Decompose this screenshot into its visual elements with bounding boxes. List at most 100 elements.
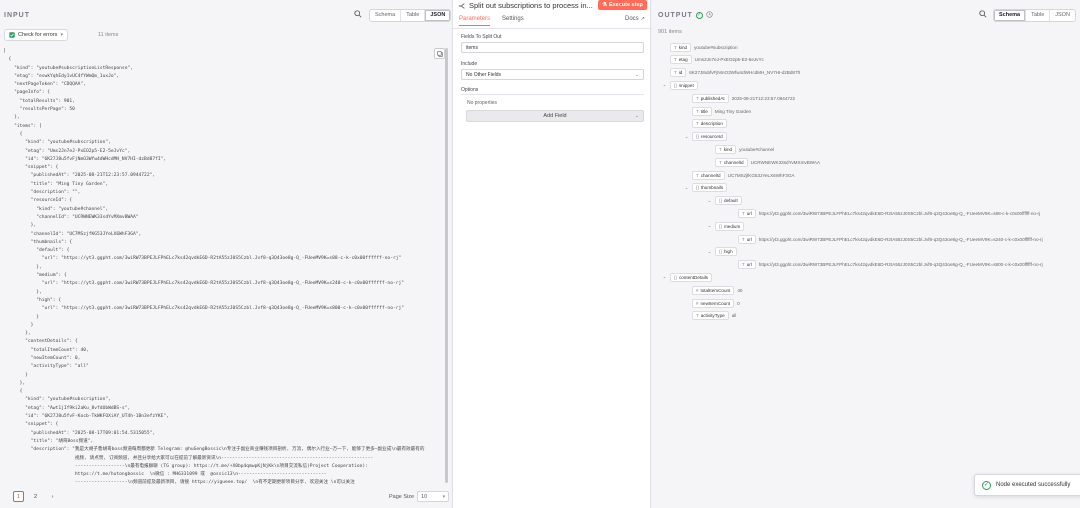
expand-caret-icon[interactable]: ⌄ xyxy=(684,134,689,140)
schema-key-pill[interactable]: Tetag xyxy=(670,55,692,65)
schema-row[interactable]: ⌄{} default xyxy=(707,196,742,206)
schema-row[interactable]: Turl https://yt3.ggpht.com/3wiRW73BPEJLFP… xyxy=(738,260,1043,270)
schema-row[interactable]: TactivityType all xyxy=(692,311,736,321)
schema-row[interactable]: ⌄{} high xyxy=(707,247,737,257)
input-items-count: 11 items xyxy=(98,32,119,38)
json-line: "publishedAt": "2025-08-17T09:01:54.5315… xyxy=(3,430,156,436)
schema-key-pill[interactable]: TchannelId xyxy=(692,170,725,180)
expand-caret-icon[interactable]: ⌄ xyxy=(662,82,667,88)
type-icon: T xyxy=(696,121,699,127)
schema-row[interactable]: ⌄{} medium xyxy=(707,221,745,231)
execute-step-label: Execute step xyxy=(608,2,643,8)
schema-row[interactable]: ⌄{} thumbnails xyxy=(684,183,728,193)
schema-row[interactable]: # totalItemCount 40 xyxy=(692,285,742,295)
expand-caret-icon[interactable]: ⌄ xyxy=(662,274,667,280)
schema-row[interactable]: # newItemCount 0 xyxy=(692,298,740,308)
type-icon: {} xyxy=(719,249,722,255)
json-line: }, xyxy=(3,223,37,229)
schema-key-pill[interactable]: Turl xyxy=(738,234,756,244)
schema-key-pill[interactable]: Tdescription xyxy=(692,119,727,129)
external-link-icon: ↗ xyxy=(640,16,645,22)
json-line: "resourceId": { xyxy=(3,198,73,204)
schema-row[interactable]: TpublishedAt 2025-08-21T12:23:57.0944722 xyxy=(692,93,795,103)
page-size-select[interactable]: 10 ▾ xyxy=(417,491,450,502)
schema-row[interactable]: Turl https://yt3.ggpht.com/3wiRW73BPEJLFP… xyxy=(738,234,1043,244)
execute-step-button[interactable]: ⚗ Execute step xyxy=(598,0,647,10)
include-select[interactable]: No Other Fields ⌄ xyxy=(461,69,644,80)
json-line: "kind": "youtube#subscriptionListRespons… xyxy=(3,65,133,71)
schema-row[interactable]: Tkind youtube#subscription xyxy=(670,42,738,52)
schema-key-pill[interactable]: {} resourceId xyxy=(692,132,727,142)
expand-caret-icon[interactable]: ⌄ xyxy=(707,223,712,229)
fields-to-split-input[interactable]: items xyxy=(461,42,644,53)
schema-key-pill[interactable]: TchannelId xyxy=(715,157,748,167)
schema-key: channelId xyxy=(723,159,744,165)
json-line: "pageInfo": { xyxy=(3,90,51,96)
schema-value: 6K27J8u5fvFjNmO3Wfw4dWHcdMH_NV7HI-dzBd87… xyxy=(689,70,801,76)
schema-value: all xyxy=(731,313,737,319)
schema-key-pill[interactable]: Ttitle xyxy=(692,106,712,116)
schema-key: activityType xyxy=(700,313,725,319)
schema-value: https://yt3.ggpht.com/3wiRW73BPEJLFPhELc… xyxy=(758,210,1041,216)
json-line: "channelId": "UC7MSzjfKG53JYeLX6WhF3GA", xyxy=(3,231,142,237)
input-tab-json[interactable]: JSON xyxy=(425,10,451,21)
page-2-button[interactable]: 2 xyxy=(30,491,41,502)
type-icon: {} xyxy=(674,82,677,88)
tab-parameters[interactable]: Parameters xyxy=(459,16,491,26)
schema-key-pill[interactable]: Turl xyxy=(738,260,756,270)
json-line: "contentDetails": { xyxy=(3,339,78,345)
schema-key: url xyxy=(746,262,752,268)
schema-row[interactable]: Tid 6K27J8u5fvFjNmO3Wfw4dWHcdMH_NV7HI-dzB… xyxy=(670,68,800,78)
schema-row[interactable]: TchannelId UCRWNEWK33sdYvMXmvBWAA xyxy=(715,157,820,167)
schema-key-pill[interactable]: {} medium xyxy=(715,221,745,231)
schema-row[interactable]: ⌄{} snippet xyxy=(662,80,698,90)
page-1-button[interactable]: 1 xyxy=(13,491,24,502)
schema-key: url xyxy=(746,210,752,216)
schema-key-pill[interactable]: {} snippet xyxy=(670,80,698,90)
no-properties-text: No properties xyxy=(467,100,498,106)
chevron-down-icon: ▾ xyxy=(442,493,446,500)
schema-key-pill[interactable]: Tkind xyxy=(715,144,737,154)
schema-key-pill[interactable]: {} contentDetails xyxy=(670,272,713,282)
input-tab-schema[interactable]: Schema xyxy=(370,10,402,21)
json-line: }, xyxy=(3,331,31,337)
expand-caret-icon[interactable]: ⌄ xyxy=(707,198,712,204)
json-line: "items": [ xyxy=(3,123,42,129)
success-toast: ✓ Node executed successfully xyxy=(974,474,1080,496)
input-scrollbar[interactable] xyxy=(445,48,448,483)
check-errors-select[interactable]: Check for errors ▾ xyxy=(4,29,68,41)
schema-key-pill[interactable]: Tkind xyxy=(670,42,692,52)
schema-row[interactable]: Ttitle Ming Tiny Garden xyxy=(692,106,751,116)
pagination: 1 2 › xyxy=(13,491,58,502)
node-title[interactable]: Split out subscriptions to process in... xyxy=(469,1,593,10)
schema-row[interactable]: Tetag Ums2Jn7eJ-PxEO2p5-E2-5eJvYc xyxy=(670,55,764,65)
expand-caret-icon[interactable]: ⌄ xyxy=(707,249,712,255)
type-icon: {} xyxy=(696,134,699,140)
json-line: "kind": "youtube#channel", xyxy=(3,206,109,212)
schema-row[interactable]: Tdescription xyxy=(692,119,727,129)
schema-row[interactable]: Turl https://yt3.ggpht.com/3wiRW73BPEJLFP… xyxy=(738,208,1040,218)
schema-key-pill[interactable]: {} default xyxy=(715,196,742,206)
schema-key-pill[interactable]: Tid xyxy=(670,68,687,78)
schema-key-pill[interactable]: Turl xyxy=(738,208,756,218)
schema-key-pill[interactable]: TactivityType xyxy=(692,311,729,321)
schema-row[interactable]: ⌄{} resourceId xyxy=(684,132,727,142)
next-page-icon[interactable]: › xyxy=(47,491,58,502)
schema-row[interactable]: Tkind youtube#channel xyxy=(715,144,774,154)
add-field-button[interactable]: Add Field ⌄ xyxy=(466,110,644,122)
input-tab-table[interactable]: Table xyxy=(401,10,426,21)
docs-link[interactable]: Docs ↗ xyxy=(625,16,645,22)
schema-key-pill[interactable]: TpublishedAt xyxy=(692,93,729,103)
schema-key-pill[interactable]: {} high xyxy=(715,247,737,257)
flask-icon: ⚗ xyxy=(602,2,607,8)
schema-row[interactable]: ⌄{} contentDetails xyxy=(662,272,713,282)
tab-settings[interactable]: Settings xyxy=(502,16,524,26)
schema-key-pill[interactable]: {} thumbnails xyxy=(692,183,728,193)
schema-key-pill[interactable]: # newItemCount xyxy=(692,298,735,308)
search-icon[interactable] xyxy=(354,10,362,20)
expand-caret-icon[interactable]: ⌄ xyxy=(684,185,689,191)
schema-key-pill[interactable]: # totalItemCount xyxy=(692,285,735,295)
type-icon: T xyxy=(719,146,722,152)
json-line: "snippet": { xyxy=(3,422,59,428)
schema-row[interactable]: TchannelId UC7MSzjfKG53JYeLX6WhF3GA xyxy=(692,170,795,180)
